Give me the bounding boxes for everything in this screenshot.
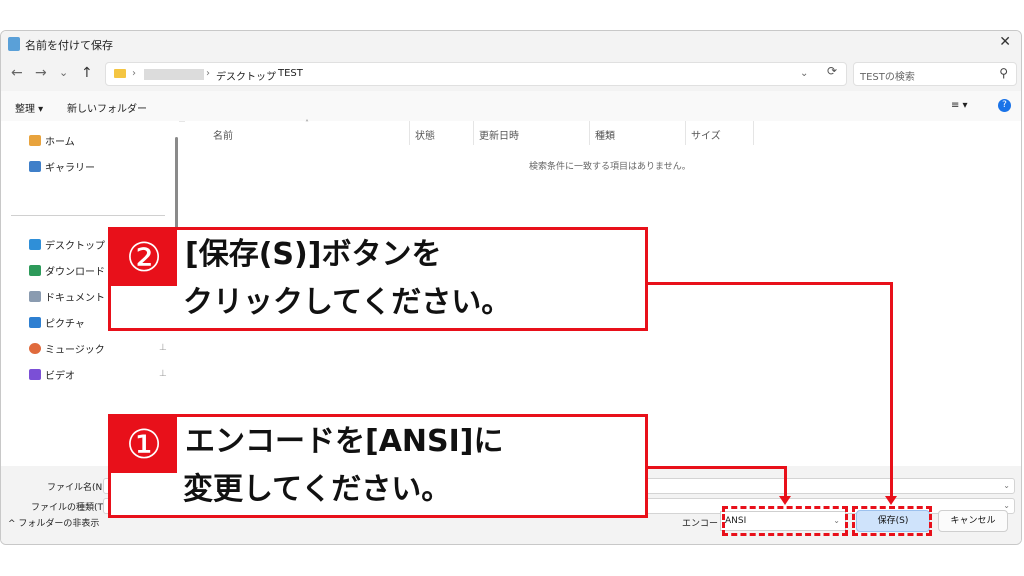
search-input[interactable]: TESTの検索	[860, 68, 915, 83]
step-number-badge: ②	[111, 230, 177, 286]
callout-step-1: ① エンコードを[ANSI]に 変更してください。	[108, 414, 648, 518]
column-header-name[interactable]: 名前	[213, 127, 233, 142]
navigation-bar: ← → ⌄ ↑ › › デスクトップ › TEST ⌄ ⟳ TESTの検索 ⚲	[1, 57, 1021, 91]
new-folder-button[interactable]: 新しいフォルダー	[67, 100, 147, 115]
address-dropdown-icon[interactable]: ⌄	[800, 68, 808, 79]
breadcrumb-separator: ›	[206, 68, 210, 79]
download-icon	[29, 265, 41, 276]
column-divider	[685, 121, 686, 145]
sidebar-item-videos[interactable]: ビデオ	[29, 367, 75, 382]
search-icon: ⚲	[999, 66, 1008, 80]
sidebar-item-documents[interactable]: ドキュメント	[29, 289, 105, 304]
cancel-button[interactable]: キャンセル	[938, 510, 1008, 532]
notepad-icon	[8, 37, 20, 51]
arrow-head	[885, 496, 897, 505]
callout-line: クリックしてください。	[183, 285, 512, 320]
sidebar-item-desktop[interactable]: デスクトップ	[29, 237, 105, 252]
folder-icon	[114, 69, 126, 78]
arrow-head	[779, 496, 791, 505]
callout-step-2: ② [保存(S)]ボタンを クリックしてください。	[108, 227, 648, 331]
search-box[interactable]: TESTの検索 ⚲	[853, 62, 1017, 86]
chevron-down-icon[interactable]: ⌄	[1003, 479, 1010, 493]
sidebar-item-gallery[interactable]: ギャラリー	[29, 159, 95, 174]
divider	[11, 215, 165, 216]
organize-menu[interactable]: 整理 ▾	[15, 100, 43, 115]
pictures-icon	[29, 317, 41, 328]
column-header-status[interactable]: 状態	[415, 127, 435, 142]
empty-message: 検索条件に一致する項目はありません。	[529, 162, 691, 172]
callout-connector	[890, 282, 893, 496]
pin-icon[interactable]: ⊥	[159, 369, 167, 379]
sidebar-item-home[interactable]: ホーム	[29, 133, 75, 148]
music-icon	[29, 343, 41, 354]
close-button[interactable]: ✕	[999, 34, 1011, 50]
callout-line: エンコードを[ANSI]に	[185, 424, 504, 459]
sidebar-item-pictures[interactable]: ピクチャ	[29, 315, 85, 330]
gallery-icon	[29, 161, 41, 172]
column-divider	[753, 121, 754, 145]
back-button[interactable]: ←	[11, 65, 23, 81]
encoding-highlight	[722, 506, 848, 536]
document-icon	[29, 291, 41, 302]
column-header-modified[interactable]: 更新日時	[479, 127, 519, 142]
hide-folders-button[interactable]: ^ フォルダーの非表示	[8, 516, 99, 529]
pin-icon[interactable]: ⊥	[159, 343, 167, 353]
callout-connector	[646, 282, 892, 285]
breadcrumb-desktop[interactable]: デスクトップ	[216, 68, 276, 83]
callout-line: [保存(S)]ボタンを	[185, 237, 442, 272]
column-header-type[interactable]: 種類	[595, 127, 615, 142]
window-title: 名前を付けて保存	[25, 39, 113, 52]
column-divider	[409, 121, 410, 145]
up-button[interactable]: ↑	[81, 65, 93, 81]
sidebar-item-music[interactable]: ミュージック	[29, 341, 105, 356]
callout-connector	[784, 466, 787, 496]
breadcrumb-separator: ›	[268, 68, 272, 79]
step-number-badge: ①	[111, 417, 177, 473]
view-options-button[interactable]: ≡ ▾	[951, 100, 968, 111]
desktop-icon	[29, 239, 41, 250]
command-bar: 整理 ▾ 新しいフォルダー ≡ ▾ ?	[1, 91, 1021, 122]
recent-locations-button[interactable]: ⌄	[59, 66, 68, 79]
column-divider	[473, 121, 474, 145]
breadcrumb-separator: ›	[132, 68, 136, 79]
refresh-icon[interactable]: ⟳	[827, 64, 837, 78]
blurred-username	[144, 69, 204, 80]
breadcrumb-test[interactable]: TEST	[278, 68, 303, 79]
save-button-highlight	[852, 506, 932, 536]
address-bar[interactable]: › › デスクトップ › TEST ⌄	[105, 62, 847, 86]
help-icon[interactable]: ?	[998, 99, 1011, 112]
home-icon	[29, 135, 41, 146]
sort-arrow-icon: ˄	[305, 119, 309, 128]
forward-button[interactable]: →	[35, 65, 47, 81]
video-icon	[29, 369, 41, 380]
callout-line: 変更してください。	[183, 472, 452, 507]
title-bar: 名前を付けて保存 ✕	[1, 31, 1021, 57]
column-header-size[interactable]: サイズ	[691, 127, 721, 142]
sidebar-item-downloads[interactable]: ダウンロード	[29, 263, 105, 278]
filetype-label: ファイルの種類(T):	[31, 503, 110, 513]
callout-connector	[646, 466, 786, 469]
filename-label: ファイル名(N):	[47, 483, 109, 493]
column-divider	[589, 121, 590, 145]
